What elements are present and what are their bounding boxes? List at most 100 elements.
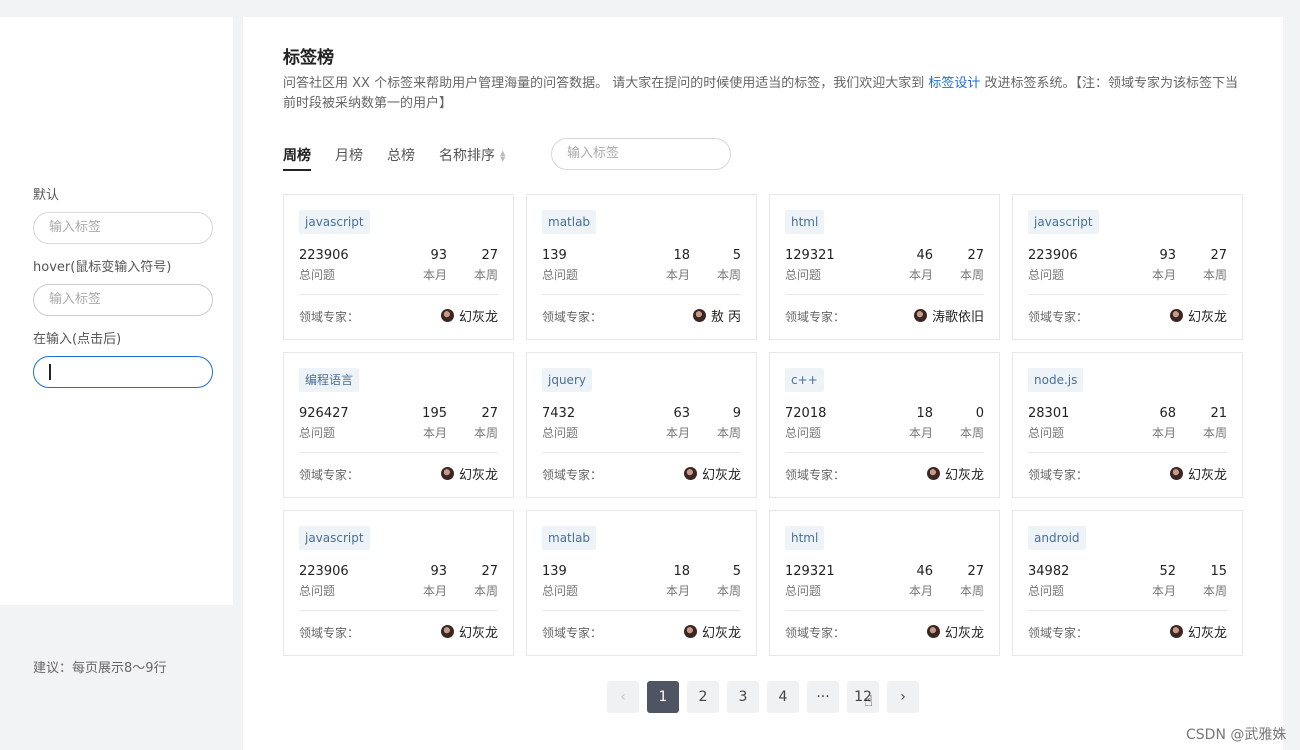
tag-card[interactable]: jquery 7432 总问题 63 本月 9 本周 领域专家： 幻灰龙 (526, 352, 757, 498)
week-label: 本周 (959, 268, 984, 282)
tag-chip[interactable]: node.js (1028, 368, 1084, 392)
expert-user[interactable]: 幻灰龙 (926, 464, 984, 483)
card-divider (1028, 452, 1227, 453)
tag-card[interactable]: html 129321 总问题 46 本月 27 本周 领域专家： 涛歌依旧 (769, 194, 1000, 340)
page-button[interactable]: 1 (647, 681, 679, 713)
sort-arrows-icon: ▲ ▼ (500, 149, 506, 163)
tag-design-link[interactable]: 标签设计 (928, 76, 980, 91)
expert-user[interactable]: 幻灰龙 (440, 464, 498, 483)
week-count: 21 (1210, 406, 1227, 421)
expert-user[interactable]: 幻灰龙 (440, 306, 498, 325)
card-divider (299, 294, 498, 295)
tag-search-input[interactable]: 输入标签 (551, 138, 731, 170)
week-count: 0 (975, 406, 984, 421)
tag-chip[interactable]: matlab (542, 526, 597, 550)
month-count: 18 (916, 406, 933, 421)
tab-weekly[interactable]: 周榜 (283, 145, 311, 171)
tag-card[interactable]: matlab 139 总问题 18 本月 5 本周 领域专家： 幻灰龙 (526, 510, 757, 656)
expert-user[interactable]: 幻灰龙 (1169, 306, 1227, 325)
month-count: 63 (673, 406, 690, 421)
tab-name-sort[interactable]: 名称排序 ▲ ▼ (439, 145, 505, 165)
week-label: 本周 (716, 584, 741, 598)
expert-user[interactable]: 幻灰龙 (683, 622, 741, 641)
next-page-button[interactable]: › (887, 681, 919, 713)
tag-input-hover[interactable]: 输入标签 (33, 284, 213, 316)
tag-card[interactable]: html 129321 总问题 46 本月 27 本周 领域专家： 幻灰龙 (769, 510, 1000, 656)
tag-chip[interactable]: c++ (785, 368, 824, 392)
total-questions-count: 129321 (785, 564, 835, 579)
month-count: 93 (430, 564, 447, 579)
month-label: 本月 (1151, 268, 1176, 282)
label-active: 在输入(点击后) (33, 332, 122, 347)
page-button[interactable]: 12 (847, 681, 879, 713)
tag-chip[interactable]: jquery (542, 368, 592, 392)
month-label: 本月 (422, 426, 447, 440)
month-label: 本月 (422, 584, 447, 598)
tag-card[interactable]: android 34982 总问题 52 本月 15 本周 领域专家： 幻灰龙 (1012, 510, 1243, 656)
tag-card[interactable]: node.js 28301 总问题 68 本月 21 本周 领域专家： 幻灰龙 (1012, 352, 1243, 498)
month-label: 本月 (422, 268, 447, 282)
month-label: 本月 (908, 584, 933, 598)
tag-chip[interactable]: 编程语言 (299, 368, 360, 392)
expert-user[interactable]: 幻灰龙 (440, 622, 498, 641)
page-button[interactable]: 3 (727, 681, 759, 713)
week-label: 本周 (959, 584, 984, 598)
month-label: 本月 (665, 584, 690, 598)
week-count: 27 (481, 248, 498, 263)
tab-total[interactable]: 总榜 (387, 145, 415, 165)
week-label: 本周 (473, 584, 498, 598)
tag-ranking-main: 标签榜 问答社区用 XX 个标签来帮助用户管理海量的问答数据。 请大家在提问的时… (243, 17, 1283, 750)
card-divider (1028, 294, 1227, 295)
tag-input-default[interactable]: 输入标签 (33, 212, 213, 244)
week-label: 本周 (716, 268, 741, 282)
expert-user[interactable]: 幻灰龙 (1169, 622, 1227, 641)
tag-card[interactable]: javascript 223906 总问题 93 本月 27 本周 领域专家： 幻灰龙 (283, 510, 514, 656)
avatar (913, 309, 927, 322)
total-questions-label: 总问题 (1028, 584, 1065, 598)
tag-input-active[interactable] (33, 356, 213, 388)
expert-name: 幻灰龙 (1187, 626, 1227, 641)
tag-card[interactable]: matlab 139 总问题 18 本月 5 本周 领域专家： 敖 丙 (526, 194, 757, 340)
total-questions-count: 34982 (1028, 564, 1070, 579)
month-count: 93 (430, 248, 447, 263)
page-button[interactable]: 2 (687, 681, 719, 713)
card-divider (542, 610, 741, 611)
tab-weekly-label: 周榜 (283, 148, 311, 164)
total-questions-count: 139 (542, 564, 567, 579)
expert-name: 敖 丙 (710, 310, 741, 325)
prev-page-button[interactable]: ‹ (607, 681, 639, 713)
total-questions-count: 223906 (299, 248, 349, 263)
total-questions-label: 总问题 (299, 584, 336, 598)
total-questions-label: 总问题 (542, 584, 579, 598)
more-pages-button[interactable]: ··· (807, 681, 839, 713)
page-button[interactable]: 4 (767, 681, 799, 713)
expert-user[interactable]: 幻灰龙 (926, 622, 984, 641)
tag-card[interactable]: javascript 223906 总问题 93 本月 27 本周 领域专家： 幻灰龙 (1012, 194, 1243, 340)
expert-user[interactable]: 幻灰龙 (1169, 464, 1227, 483)
expert-user[interactable]: 涛歌依旧 (913, 306, 984, 325)
card-divider (785, 452, 984, 453)
tag-chip[interactable]: javascript (299, 210, 370, 234)
expert-name: 幻灰龙 (944, 468, 984, 483)
tab-monthly[interactable]: 月榜 (335, 145, 363, 165)
tag-chip[interactable]: android (1028, 526, 1086, 550)
month-label: 本月 (665, 268, 690, 282)
expert-name: 幻灰龙 (458, 310, 498, 325)
expert-label: 领域专家： (299, 310, 360, 324)
card-divider (542, 452, 741, 453)
page-title: 标签榜 (283, 48, 334, 68)
tag-chip[interactable]: html (785, 526, 825, 550)
tag-chip[interactable]: javascript (1028, 210, 1099, 234)
tag-chip[interactable]: matlab (542, 210, 597, 234)
expert-user[interactable]: 敖 丙 (692, 306, 741, 325)
week-label: 本周 (1202, 268, 1227, 282)
tag-card[interactable]: c++ 72018 总问题 18 本月 0 本周 领域专家： 幻灰龙 (769, 352, 1000, 498)
tag-chip[interactable]: html (785, 210, 825, 234)
total-questions-label: 总问题 (1028, 426, 1065, 440)
tag-card[interactable]: 编程语言 926427 总问题 195 本月 27 本周 领域专家： 幻灰龙 (283, 352, 514, 498)
week-count: 27 (967, 564, 984, 579)
expert-user[interactable]: 幻灰龙 (683, 464, 741, 483)
tag-card[interactable]: javascript 223906 总问题 93 本月 27 本周 领域专家： 幻灰龙 (283, 194, 514, 340)
week-count: 27 (967, 248, 984, 263)
tag-chip[interactable]: javascript (299, 526, 370, 550)
